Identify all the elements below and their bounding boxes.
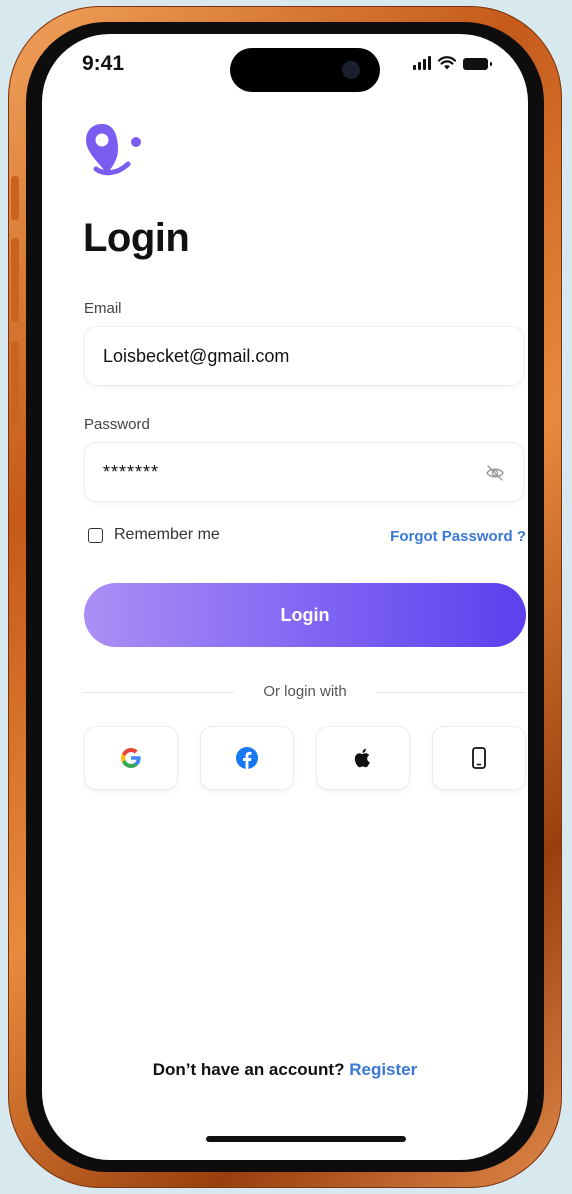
camera-icon bbox=[342, 61, 360, 79]
phone-icon bbox=[472, 747, 486, 769]
forgot-password-link[interactable]: Forgot Password ? bbox=[390, 528, 526, 545]
battery-icon bbox=[463, 58, 492, 70]
facebook-login-button[interactable] bbox=[200, 726, 294, 790]
action-button bbox=[11, 176, 19, 220]
email-label: Email bbox=[84, 300, 122, 317]
divider-line-right bbox=[376, 692, 526, 693]
remember-me[interactable]: Remember me bbox=[88, 526, 220, 544]
app-logo-icon bbox=[86, 124, 141, 176]
apple-icon bbox=[354, 748, 370, 768]
remember-label: Remember me bbox=[114, 526, 220, 543]
volume-up-button bbox=[11, 238, 19, 322]
email-value: Loisbecket@gmail.com bbox=[103, 346, 290, 366]
dynamic-island bbox=[230, 48, 380, 92]
phone-frame: 9:41 Login Email Loisbecket@gmail.com Pa… bbox=[8, 6, 562, 1188]
remember-checkbox[interactable] bbox=[88, 527, 103, 543]
google-icon bbox=[121, 748, 141, 768]
wifi-icon bbox=[438, 56, 456, 70]
password-label: Password bbox=[84, 416, 150, 433]
app-screen: 9:41 Login Email Loisbecket@gmail.com Pa… bbox=[42, 34, 528, 1160]
footer-text: Don’t have an account? bbox=[152, 1060, 345, 1079]
google-login-button[interactable] bbox=[84, 726, 178, 790]
apple-login-button[interactable] bbox=[316, 726, 410, 790]
phone-login-button[interactable] bbox=[432, 726, 526, 790]
volume-down-button bbox=[11, 341, 19, 425]
page-title: Login bbox=[83, 216, 190, 260]
home-indicator[interactable] bbox=[206, 1136, 406, 1142]
signal-icon bbox=[413, 56, 431, 70]
status-icons bbox=[413, 56, 492, 70]
email-field[interactable]: Loisbecket@gmail.com bbox=[84, 326, 524, 386]
password-value: ******* bbox=[103, 462, 160, 482]
password-field[interactable]: ******* bbox=[84, 442, 524, 502]
facebook-icon bbox=[236, 747, 258, 769]
register-link[interactable]: Register bbox=[349, 1060, 417, 1079]
status-time: 9:41 bbox=[82, 52, 125, 75]
login-button[interactable]: Login bbox=[84, 583, 526, 647]
eye-off-icon[interactable] bbox=[485, 463, 505, 483]
social-divider: Or login with bbox=[84, 682, 526, 702]
register-row: Don’t have an account? Register bbox=[42, 1060, 528, 1080]
